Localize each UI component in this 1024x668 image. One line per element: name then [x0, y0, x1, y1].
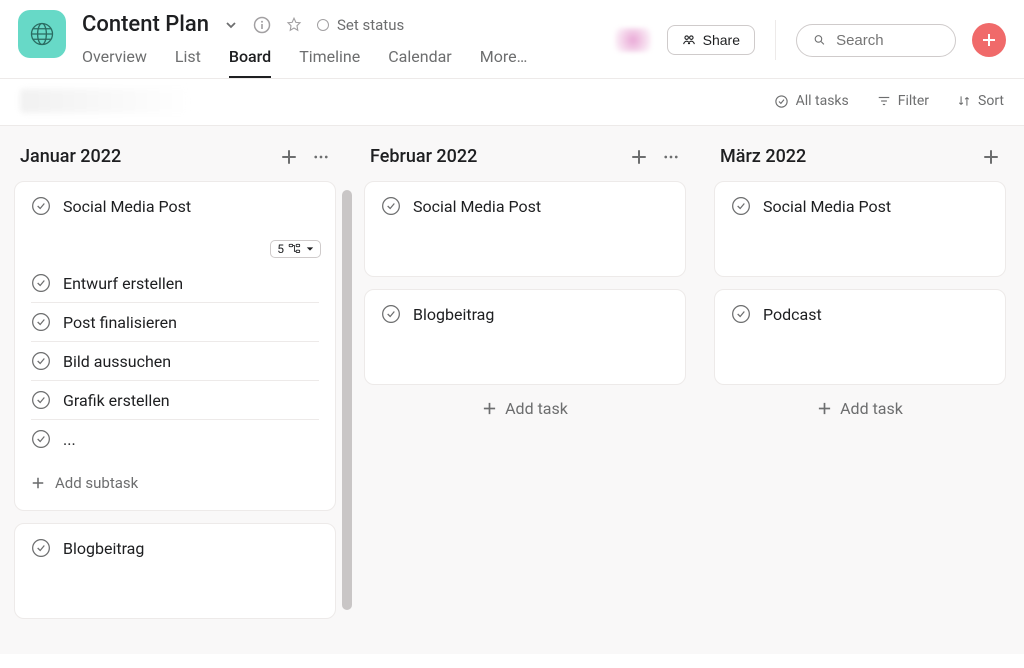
header-main: Content Plan Set status Overview List Bo…: [82, 10, 615, 78]
chevron-down-icon[interactable]: [223, 17, 239, 33]
subtask-item[interactable]: Post finalisieren: [31, 302, 319, 341]
task-title: Blogbeitrag: [413, 305, 494, 324]
add-card-icon[interactable]: [630, 148, 648, 166]
all-tasks-label: All tasks: [796, 93, 849, 109]
complete-toggle[interactable]: [31, 538, 51, 558]
board-toolbar: All tasks Filter Sort: [0, 79, 1024, 126]
task-title: Podcast: [763, 305, 822, 324]
add-task-button[interactable]: Add task: [364, 385, 686, 422]
complete-toggle[interactable]: [31, 351, 51, 371]
subtask-count-badge[interactable]: 5: [270, 240, 321, 258]
subtask-title: Grafik erstellen: [63, 391, 170, 410]
add-subtask-label: Add subtask: [55, 474, 138, 492]
subtask-title: Post finalisieren: [63, 313, 177, 332]
status-dot-icon: [317, 19, 329, 31]
app-header: Content Plan Set status Overview List Bo…: [0, 0, 1024, 79]
sort-label: Sort: [978, 93, 1004, 109]
member-avatar[interactable]: [615, 28, 651, 52]
column-title[interactable]: März 2022: [720, 146, 806, 167]
separator: [775, 20, 776, 60]
subtask-item[interactable]: Bild aussuchen: [31, 341, 319, 380]
subtask-title: Entwurf erstellen: [63, 274, 183, 293]
toolbar-left-redacted: [20, 89, 190, 113]
share-button[interactable]: Share: [667, 25, 755, 55]
tab-calendar[interactable]: Calendar: [388, 47, 451, 78]
filter-icon: [877, 94, 891, 108]
add-task-label: Add task: [505, 399, 568, 418]
complete-toggle[interactable]: [31, 196, 51, 216]
column-februar: Februar 2022 Social Media Post Blogbeitr…: [350, 138, 700, 654]
task-title: Social Media Post: [63, 197, 191, 216]
tab-board[interactable]: Board: [229, 47, 271, 78]
tab-more[interactable]: More…: [480, 47, 528, 78]
plus-icon: [981, 32, 997, 48]
set-status-button[interactable]: Set status: [317, 16, 404, 34]
check-circle-icon: [774, 94, 789, 109]
sort-icon: [957, 94, 971, 108]
complete-toggle[interactable]: [731, 304, 751, 324]
add-card-icon[interactable]: [982, 148, 1000, 166]
task-card[interactable]: Social Media Post: [714, 181, 1006, 277]
task-card[interactable]: Podcast: [714, 289, 1006, 385]
column-more-icon[interactable]: [662, 148, 680, 166]
tab-timeline[interactable]: Timeline: [299, 47, 360, 78]
all-tasks-filter[interactable]: All tasks: [774, 93, 849, 109]
subtask-count: 5: [277, 242, 284, 256]
column-title[interactable]: Januar 2022: [20, 146, 121, 167]
column-januar: Januar 2022 Social Media Post 5 Entwurf …: [0, 138, 350, 654]
complete-toggle[interactable]: [31, 429, 51, 449]
search-box[interactable]: [796, 24, 956, 57]
subtask-title: Bild aussuchen: [63, 352, 171, 371]
task-card[interactable]: Blogbeitrag: [364, 289, 686, 385]
add-card-icon[interactable]: [280, 148, 298, 166]
subtask-item[interactable]: Entwurf erstellen: [31, 264, 319, 302]
search-icon: [813, 32, 826, 48]
tabs: Overview List Board Timeline Calendar Mo…: [82, 47, 615, 78]
tab-list[interactable]: List: [175, 47, 201, 78]
board: Januar 2022 Social Media Post 5 Entwurf …: [0, 126, 1024, 654]
column-title[interactable]: Februar 2022: [370, 146, 477, 167]
project-title[interactable]: Content Plan: [82, 12, 209, 37]
sort-button[interactable]: Sort: [957, 93, 1004, 109]
column-more-icon[interactable]: [312, 148, 330, 166]
task-card[interactable]: Blogbeitrag: [14, 523, 336, 619]
complete-toggle[interactable]: [381, 304, 401, 324]
add-task-button[interactable]: Add task: [714, 385, 1006, 422]
complete-toggle[interactable]: [31, 312, 51, 332]
subtask-title: ...: [63, 430, 76, 449]
task-title: Social Media Post: [413, 197, 541, 216]
complete-toggle[interactable]: [381, 196, 401, 216]
subtask-item[interactable]: Grafik erstellen: [31, 380, 319, 419]
project-icon: [18, 10, 66, 58]
add-subtask-button[interactable]: Add subtask: [31, 458, 319, 492]
column-maerz: März 2022 Social Media Post Podcast Add …: [700, 138, 1020, 654]
subtask-icon: [288, 243, 302, 255]
task-card[interactable]: Social Media Post 5 Entwurf erstellen Po…: [14, 181, 336, 511]
complete-toggle[interactable]: [31, 390, 51, 410]
add-task-label: Add task: [840, 399, 903, 418]
task-title: Blogbeitrag: [63, 539, 144, 558]
caret-down-icon: [306, 245, 314, 253]
subtask-item[interactable]: ...: [31, 419, 319, 458]
star-icon[interactable]: [285, 16, 303, 34]
task-card[interactable]: Social Media Post: [364, 181, 686, 277]
plus-icon: [31, 476, 45, 490]
plus-icon: [817, 401, 832, 416]
header-right: Share: [615, 20, 1006, 60]
plus-icon: [482, 401, 497, 416]
create-button[interactable]: [972, 23, 1006, 57]
people-icon: [682, 33, 696, 47]
complete-toggle[interactable]: [31, 273, 51, 293]
search-input[interactable]: [836, 32, 939, 49]
filter-button[interactable]: Filter: [877, 93, 929, 109]
tab-overview[interactable]: Overview: [82, 47, 147, 78]
info-icon[interactable]: [253, 16, 271, 34]
set-status-label: Set status: [337, 16, 404, 34]
task-title: Social Media Post: [763, 197, 891, 216]
filter-label: Filter: [898, 93, 929, 109]
complete-toggle[interactable]: [731, 196, 751, 216]
share-label: Share: [703, 32, 740, 48]
subtask-list: Entwurf erstellen Post finalisieren Bild…: [31, 264, 319, 458]
